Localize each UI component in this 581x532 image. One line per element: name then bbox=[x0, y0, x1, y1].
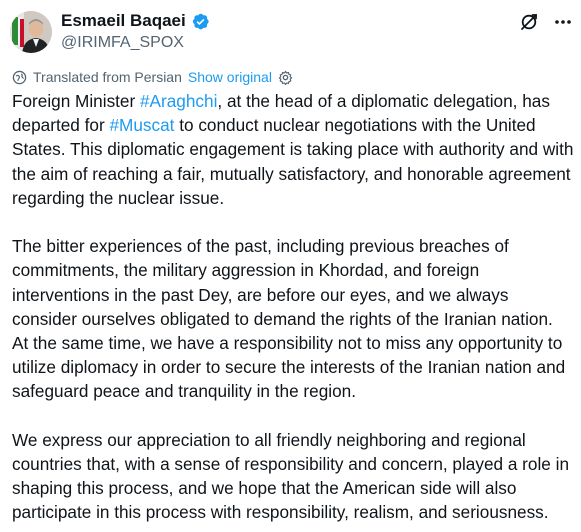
globe-icon bbox=[12, 70, 27, 85]
text-segment: Foreign Minister bbox=[12, 91, 140, 111]
author-handle[interactable]: @IRIMFA_SPOX bbox=[61, 33, 184, 53]
verified-badge-icon[interactable] bbox=[191, 12, 210, 31]
translation-bar: Translated from Persian Show original bbox=[12, 68, 293, 86]
avatar[interactable] bbox=[10, 11, 52, 53]
gear-icon[interactable] bbox=[278, 70, 293, 85]
grok-icon[interactable] bbox=[519, 12, 539, 32]
author-row: Esmaeil Baqaei bbox=[61, 11, 210, 31]
more-options-icon[interactable] bbox=[553, 12, 573, 32]
show-original-link[interactable]: Show original bbox=[188, 68, 272, 86]
hashtag-muscat[interactable]: #Muscat bbox=[109, 115, 174, 135]
top-actions bbox=[519, 12, 573, 32]
paragraph-2: The bitter experiences of the past, incl… bbox=[12, 236, 566, 402]
hashtag-araghchi[interactable]: #Araghchi bbox=[140, 91, 217, 111]
paragraph-1: Foreign Minister #Araghchi, at the head … bbox=[12, 89, 578, 210]
paragraph-3: We express our appreciation to all frien… bbox=[12, 429, 569, 523]
translated-note: Translated from Persian bbox=[33, 69, 182, 85]
tweet: Esmaeil Baqaei @IRIMFA_SPOX Translated f… bbox=[0, 0, 581, 532]
tweet-text: Foreign Minister #Araghchi, at the head … bbox=[12, 89, 578, 525]
author-name[interactable]: Esmaeil Baqaei bbox=[61, 11, 186, 31]
avatar-image bbox=[10, 11, 52, 53]
